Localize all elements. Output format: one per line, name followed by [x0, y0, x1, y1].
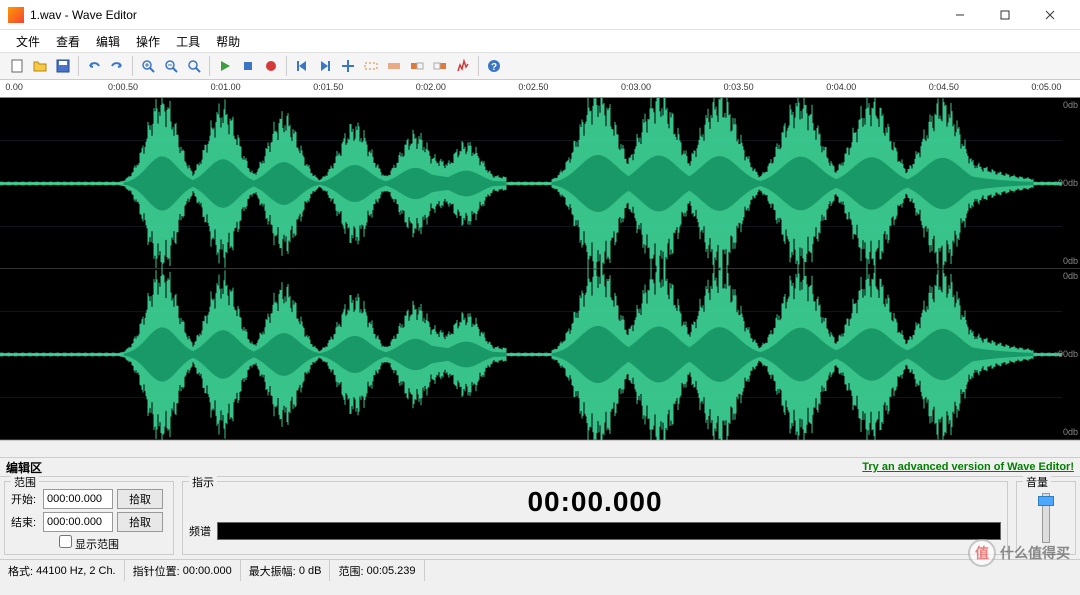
end-label: 结束:: [11, 514, 39, 530]
app-icon: [8, 7, 24, 23]
db-label: 0db: [1063, 100, 1078, 110]
stop-icon[interactable]: [237, 55, 259, 77]
pick-end-button[interactable]: 拾取: [117, 512, 163, 532]
ruler-tick: 0:02.00: [416, 82, 446, 92]
ruler-tick: 0:01.50: [313, 82, 343, 92]
zoom-in-icon[interactable]: [137, 55, 159, 77]
menu-operate[interactable]: 操作: [128, 31, 168, 52]
zoom-out-icon[interactable]: [160, 55, 182, 77]
end-input[interactable]: [43, 512, 113, 532]
upgrade-link[interactable]: Try an advanced version of Wave Editor!: [862, 461, 1074, 473]
select-right-icon[interactable]: [429, 55, 451, 77]
menu-bar: 文件 查看 编辑 操作 工具 帮助: [0, 30, 1080, 52]
db-label: -90db: [1055, 349, 1078, 359]
waveform-svg-right: [0, 269, 1062, 440]
horizontal-scrollbar[interactable]: [0, 440, 1080, 457]
status-bar: 格式: 44100 Hz, 2 Ch. 指针位置: 00:00.000 最大振幅…: [0, 559, 1080, 581]
zoom-fit-icon[interactable]: [183, 55, 205, 77]
db-label: -90db: [1055, 178, 1078, 188]
status-amplitude: 最大振幅: 0 dB: [241, 560, 331, 581]
play-icon[interactable]: [214, 55, 236, 77]
minimize-button[interactable]: [937, 0, 982, 30]
waveform-svg-left: [0, 98, 1062, 269]
menu-help[interactable]: 帮助: [208, 31, 248, 52]
menu-view[interactable]: 查看: [48, 31, 88, 52]
db-label: 0db: [1063, 271, 1078, 281]
volume-thumb[interactable]: [1038, 496, 1054, 506]
time-display: 00:00.000: [189, 486, 1001, 518]
range-legend: 范围: [11, 474, 39, 490]
ruler-tick: 0:05.00: [1031, 82, 1061, 92]
record-icon[interactable]: [260, 55, 282, 77]
svg-text:?: ?: [491, 62, 497, 73]
ruler-tick: 0:04.50: [929, 82, 959, 92]
normalize-icon[interactable]: [452, 55, 474, 77]
close-button[interactable]: [1027, 0, 1072, 30]
control-panels: 范围 开始: 拾取 结束: 拾取 显示范围 指示 00:00.000 频谱 音量: [0, 477, 1080, 559]
redo-icon[interactable]: [106, 55, 128, 77]
skip-start-icon[interactable]: [291, 55, 313, 77]
edit-area-label: 编辑区: [6, 459, 42, 476]
range-panel: 范围 开始: 拾取 结束: 拾取 显示范围: [4, 481, 174, 555]
menu-tools[interactable]: 工具: [168, 31, 208, 52]
status-pointer: 指针位置: 00:00.000: [125, 560, 241, 581]
menu-file[interactable]: 文件: [8, 31, 48, 52]
volume-slider[interactable]: [1042, 493, 1050, 543]
ruler-tick: 0:04.00: [826, 82, 856, 92]
select-left-icon[interactable]: [406, 55, 428, 77]
waveform-channel-right[interactable]: 0db -90db 0db: [0, 269, 1080, 440]
select-all-icon[interactable]: [360, 55, 382, 77]
volume-panel: 音量: [1016, 481, 1076, 555]
ruler-tick: 0.00: [5, 82, 23, 92]
indicator-legend: 指示: [189, 474, 217, 490]
select-none-icon[interactable]: [383, 55, 405, 77]
ruler-tick: 0:03.50: [724, 82, 754, 92]
ruler-tick: 0:01.00: [211, 82, 241, 92]
db-label: 0db: [1063, 427, 1078, 437]
status-range: 范围: 00:05.239: [330, 560, 424, 581]
help-icon[interactable]: ?: [483, 55, 505, 77]
indicator-panel: 指示 00:00.000 频谱: [182, 481, 1008, 555]
ruler-tick: 0:00.50: [108, 82, 138, 92]
start-input[interactable]: [43, 489, 113, 509]
window-title: 1.wav - Wave Editor: [30, 8, 937, 22]
show-range-checkbox[interactable]: [59, 535, 72, 548]
open-folder-icon[interactable]: [29, 55, 51, 77]
spectrum-meter: [217, 522, 1001, 540]
ruler-tick: 0:02.50: [518, 82, 548, 92]
volume-legend: 音量: [1023, 474, 1051, 490]
show-range-label: 显示范围: [75, 539, 119, 551]
start-label: 开始:: [11, 491, 39, 507]
toolbar: ?: [0, 52, 1080, 80]
ruler-tick: 0:03.00: [621, 82, 651, 92]
pick-start-button[interactable]: 拾取: [117, 489, 163, 509]
timeline-ruler[interactable]: 0.00 0:00.50 0:01.00 0:01.50 0:02.00 0:0…: [0, 80, 1080, 98]
undo-icon[interactable]: [83, 55, 105, 77]
db-label: 0db: [1063, 256, 1078, 266]
save-icon[interactable]: [52, 55, 74, 77]
spectrum-label: 频谱: [189, 523, 211, 539]
waveform-channel-left[interactable]: 0db -90db 0db: [0, 98, 1080, 269]
edit-area-header: 编辑区 Try an advanced version of Wave Edit…: [0, 457, 1080, 477]
title-bar: 1.wav - Wave Editor: [0, 0, 1080, 30]
waveform-display[interactable]: 0db -90db 0db 0db -90db 0db: [0, 98, 1080, 440]
status-format: 格式: 44100 Hz, 2 Ch.: [0, 560, 125, 581]
add-marker-icon[interactable]: [337, 55, 359, 77]
maximize-button[interactable]: [982, 0, 1027, 30]
menu-edit[interactable]: 编辑: [88, 31, 128, 52]
new-file-icon[interactable]: [6, 55, 28, 77]
skip-end-icon[interactable]: [314, 55, 336, 77]
